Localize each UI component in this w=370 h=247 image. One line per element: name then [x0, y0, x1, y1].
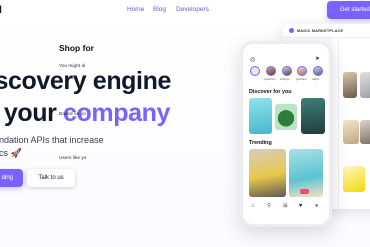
nav-home-link[interactable]: Home	[127, 6, 144, 13]
trending-tile[interactable]	[249, 149, 286, 197]
nav-blog-link[interactable]: Blog	[153, 6, 166, 13]
hero-subtitle-line-1: endation APIs that increase	[0, 135, 104, 145]
brand-dot-icon	[289, 28, 294, 33]
story-label: pattierhod	[264, 78, 276, 81]
story-avatar[interactable]	[297, 66, 307, 76]
dashboard-section-1: You might al	[59, 64, 86, 69]
product-thumbnail[interactable]	[360, 120, 370, 144]
get-started-button[interactable]: Get started	[327, 1, 370, 19]
hero-heading-line-1: iscovery engine	[0, 67, 171, 95]
discover-tile[interactable]	[275, 104, 297, 130]
story-label: dailyfit	[312, 78, 320, 81]
logo[interactable]: ed	[0, 5, 2, 16]
primary-cta-button[interactable]: ding	[0, 169, 23, 187]
talk-to-us-button[interactable]: Talk to us	[27, 169, 75, 187]
story-avatar[interactable]	[266, 66, 276, 76]
like-badge	[300, 189, 309, 194]
product-thumbnail[interactable]	[343, 166, 365, 192]
dashboard-section-3: Users like yo	[59, 156, 87, 161]
discover-tile[interactable]	[301, 98, 325, 134]
add-icon[interactable]: ⊞	[283, 203, 288, 210]
story-avatar[interactable]	[250, 66, 260, 76]
camera-icon[interactable]: ◎	[250, 57, 255, 63]
heart-icon[interactable]: ♥	[299, 203, 302, 210]
hero-heading-prefix: r your	[0, 99, 57, 127]
product-thumbnail[interactable]	[343, 120, 359, 144]
discover-tile[interactable]	[249, 98, 272, 134]
home-icon[interactable]: ⌂	[251, 203, 254, 210]
send-icon[interactable]: ➤	[315, 56, 320, 62]
nav-developers-link[interactable]: Developers	[176, 6, 209, 13]
dashboard-section-2: Based on yo	[59, 112, 86, 117]
product-thumbnail[interactable]	[343, 72, 357, 98]
search-icon[interactable]: ⚲	[267, 203, 271, 210]
trending-title: Trending	[249, 140, 272, 146]
dashboard-brand: MAGIC MARKETPLACE	[297, 28, 344, 33]
discover-title: Discover for you	[249, 89, 292, 95]
profile-icon[interactable]: ●	[315, 203, 318, 210]
product-thumbnail[interactable]	[360, 72, 370, 98]
dashboard-topbar: MAGIC MARKETPLACE	[283, 24, 370, 38]
story-label: kelliegirl	[280, 78, 290, 81]
story-avatar[interactable]	[282, 66, 292, 76]
story-avatar[interactable]	[313, 66, 323, 76]
story-label: glowhaus	[296, 78, 307, 81]
hero-subtitle-line-2: rics 🚀	[0, 148, 22, 158]
dashboard-title: Shop for	[59, 43, 94, 53]
